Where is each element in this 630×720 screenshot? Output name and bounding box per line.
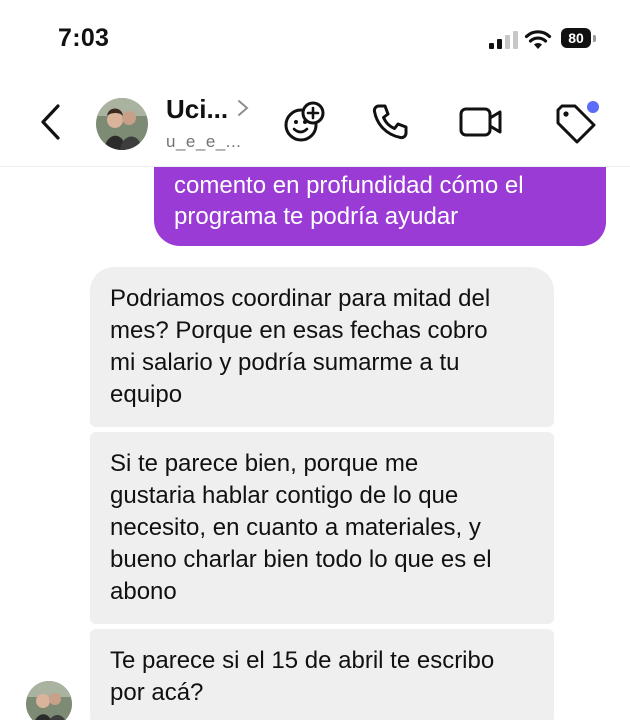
message-text: Te parece si el 15 de abril te escribo p…: [110, 647, 495, 706]
contact-avatar[interactable]: [96, 98, 148, 150]
message-bubble-incoming[interactable]: Te parece si el 15 de abril te escribo p…: [90, 629, 554, 720]
status-bar: 7:03 80: [0, 0, 630, 80]
message-bubble-outgoing[interactable]: comento en profundidad cómo el programa …: [154, 167, 606, 246]
cellular-signal-icon: [489, 31, 518, 49]
battery-level: 80: [561, 28, 591, 48]
emoji-add-icon[interactable]: [282, 100, 326, 144]
notification-dot: [587, 101, 599, 113]
message-text: Si te parece bien, porque me gustaria ha…: [110, 450, 492, 605]
sender-avatar[interactable]: [26, 681, 72, 720]
message-text: comento en profundidad cómo el programa …: [174, 172, 524, 230]
message-thread: comento en profundidad cómo el programa …: [0, 167, 630, 720]
contact-username[interactable]: u_e_e_...: [166, 132, 241, 152]
back-icon[interactable]: [38, 102, 64, 142]
tag-icon[interactable]: [554, 100, 600, 144]
chevron-right-icon: [238, 100, 249, 116]
status-time: 7:03: [58, 24, 110, 52]
message-bubble-incoming[interactable]: Si te parece bien, porque me gustaria ha…: [90, 432, 554, 624]
battery-icon: 80: [561, 28, 599, 50]
chat-header: Uci... u_e_e_...: [0, 80, 630, 167]
message-text: Podriamos coordinar para mitad del mes? …: [110, 285, 491, 408]
wifi-icon: [524, 30, 552, 49]
contact-name[interactable]: Uci...: [166, 94, 228, 125]
phone-icon[interactable]: [370, 102, 410, 142]
video-camera-icon[interactable]: [458, 102, 504, 142]
message-bubble-incoming[interactable]: Podriamos coordinar para mitad del mes? …: [90, 267, 554, 427]
